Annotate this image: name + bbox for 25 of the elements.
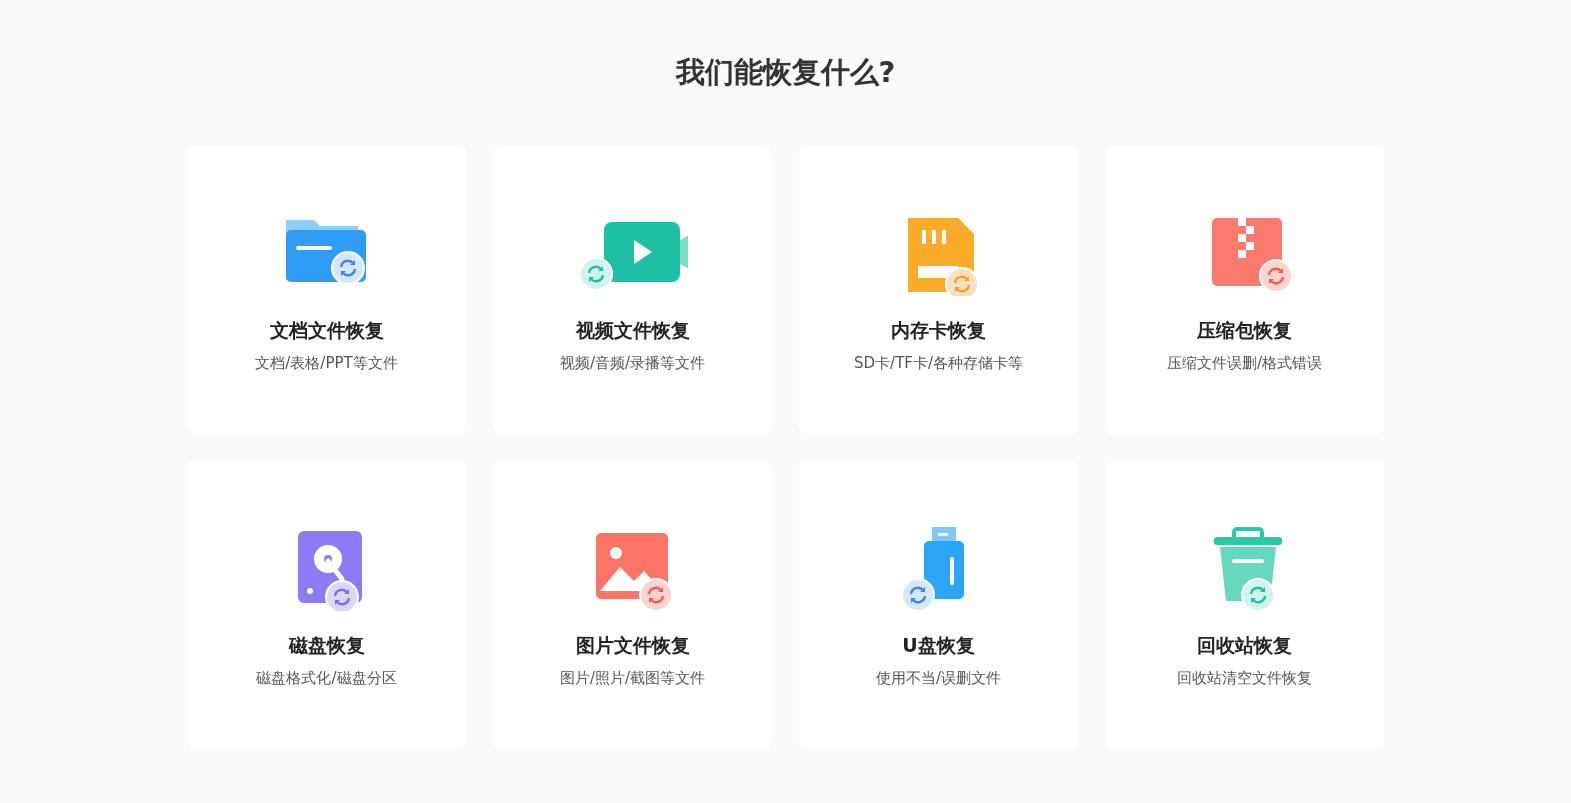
card-title: 压缩包恢复 bbox=[1197, 318, 1292, 343]
card-subtitle: SD卡/TF卡/各种存储卡等 bbox=[854, 354, 1023, 373]
card-title: 内存卡恢复 bbox=[891, 318, 986, 343]
card-title: U盘恢复 bbox=[902, 633, 975, 658]
card-title: 回收站恢复 bbox=[1197, 633, 1292, 658]
feature-card[interactable]: 内存卡恢复 SD卡/TF卡/各种存储卡等 bbox=[799, 146, 1078, 434]
card-subtitle: 文档/表格/PPT等文件 bbox=[255, 354, 398, 373]
card-title: 磁盘恢复 bbox=[288, 633, 365, 658]
feature-card[interactable]: 视频文件恢复 视频/音频/录播等文件 bbox=[493, 146, 772, 434]
card-subtitle: 视频/音频/录播等文件 bbox=[559, 354, 706, 373]
card-subtitle: 磁盘格式化/磁盘分区 bbox=[256, 669, 397, 688]
feature-card[interactable]: 图片文件恢复 图片/照片/截图等文件 bbox=[493, 461, 772, 749]
feature-card[interactable]: U盘恢复 使用不当/误删文件 bbox=[799, 461, 1078, 749]
card-title: 视频文件恢复 bbox=[575, 318, 690, 343]
card-subtitle: 压缩文件误删/格式错误 bbox=[1166, 354, 1323, 373]
feature-card[interactable]: 回收站恢复 回收站清空文件恢复 bbox=[1105, 461, 1384, 749]
card-title: 图片文件恢复 bbox=[575, 633, 690, 658]
section-title: 我们能恢复什么? bbox=[675, 54, 896, 91]
feature-card[interactable]: 压缩包恢复 压缩文件误删/格式错误 bbox=[1105, 146, 1384, 434]
feature-card[interactable]: 文档文件恢复 文档/表格/PPT等文件 bbox=[187, 146, 466, 434]
card-subtitle: 图片/照片/截图等文件 bbox=[559, 669, 706, 688]
card-subtitle: 回收站清空文件恢复 bbox=[1177, 669, 1312, 688]
card-subtitle: 使用不当/误删文件 bbox=[875, 669, 1002, 688]
feature-card[interactable]: 磁盘恢复 磁盘格式化/磁盘分区 bbox=[187, 461, 466, 749]
card-title: 文档文件恢复 bbox=[269, 318, 384, 343]
